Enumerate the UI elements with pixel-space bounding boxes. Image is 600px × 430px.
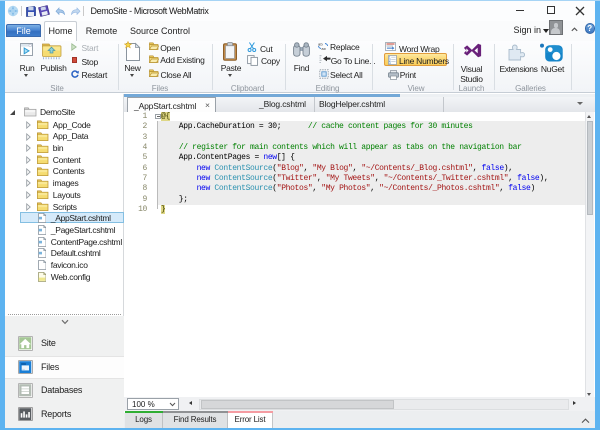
svg-text:3: 3 xyxy=(389,62,391,65)
svg-text:ac: ac xyxy=(321,47,326,49)
